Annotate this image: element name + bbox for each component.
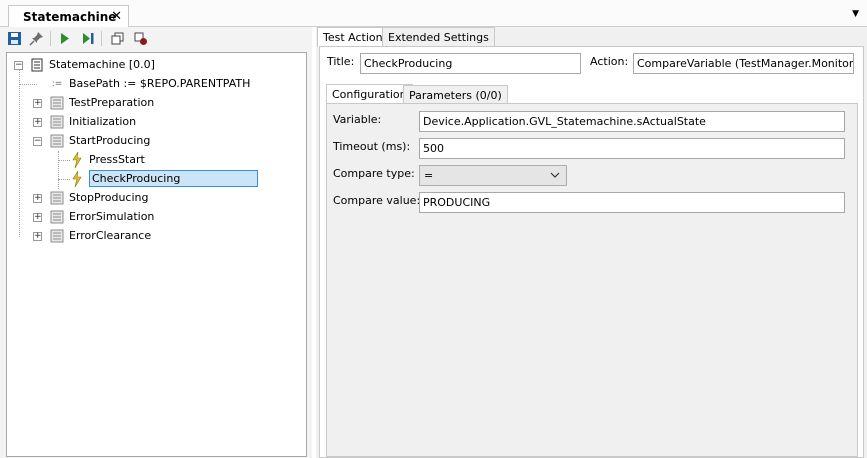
- properties-tabs: Test Action Extended Settings: [316, 27, 867, 47]
- close-tab-icon[interactable]: ✕: [111, 9, 122, 24]
- pin-icon[interactable]: [28, 30, 45, 47]
- tree-toolbar: [0, 27, 312, 50]
- run-icon[interactable]: [56, 30, 73, 47]
- title-label: Title:: [327, 55, 355, 68]
- collapse-root-toggle[interactable]: −: [14, 61, 23, 70]
- compare-value-input[interactable]: PRODUCING: [419, 192, 845, 213]
- title-input[interactable]: CheckProducing: [360, 53, 581, 74]
- tab-parameters[interactable]: Parameters (0/0): [403, 85, 508, 104]
- action-lightning-icon: [69, 170, 85, 187]
- expand-toggle[interactable]: +: [33, 118, 42, 127]
- sequence-icon: [49, 114, 65, 130]
- timeout-label: Timeout (ms):: [333, 140, 411, 153]
- step-icon[interactable]: [79, 30, 96, 47]
- action-label: Action:: [590, 55, 629, 68]
- tab-extended-settings[interactable]: Extended Settings: [382, 27, 495, 46]
- tree-pane: − Statemachine [0.0] := BasePath := $REP…: [0, 27, 312, 458]
- sequence-icon: [49, 95, 65, 111]
- tree-item-checkproducing[interactable]: CheckProducing: [69, 169, 258, 188]
- variable-label: Variable:: [333, 113, 382, 126]
- save-icon[interactable]: [6, 30, 23, 47]
- tree-item-label: StartProducing: [69, 134, 151, 147]
- configuration-panel: Variable: Device.Application.GVL_Statema…: [326, 103, 858, 457]
- tab-menu-dropdown-icon[interactable]: ▼: [852, 9, 859, 19]
- tree-item-label: CheckProducing: [89, 170, 258, 187]
- tree-item-label: BasePath := $REPO.PARENTPATH: [69, 77, 251, 90]
- chevron-down-icon: [550, 170, 560, 183]
- expand-toggle[interactable]: +: [33, 99, 42, 108]
- tree-item-basepath[interactable]: := BasePath := $REPO.PARENTPATH: [49, 74, 251, 93]
- tree-item-label: ErrorClearance: [69, 229, 152, 242]
- expand-toggle[interactable]: +: [33, 194, 42, 203]
- expand-toggle[interactable]: +: [33, 232, 42, 241]
- tree-connector: [58, 151, 59, 189]
- compare-type-value: =: [424, 169, 434, 182]
- tree-item-root[interactable]: Statemachine [0.0]: [29, 55, 155, 74]
- variable-input[interactable]: Device.Application.GVL_Statemachine.sAct…: [419, 111, 845, 132]
- tree-item-label: Statemachine [0.0]: [49, 58, 155, 71]
- tree-item-stopproducing[interactable]: StopProducing: [49, 188, 148, 207]
- tree-item-initialization[interactable]: Initialization: [49, 112, 136, 131]
- tab-configuration[interactable]: Configuration: [326, 84, 413, 104]
- tree-item-testpreparation[interactable]: TestPreparation: [49, 93, 154, 112]
- sequence-icon: [49, 209, 65, 225]
- test-action-panel: Title: CheckProducing Action: CompareVar…: [319, 46, 864, 458]
- test-tree[interactable]: − Statemachine [0.0] := BasePath := $REP…: [6, 52, 307, 457]
- action-input[interactable]: CompareVariable (TestManager.Monitoring): [633, 53, 854, 74]
- tree-item-label: ErrorSimulation: [69, 210, 155, 223]
- compare-type-label: Compare type:: [333, 167, 415, 180]
- breakpoint-icon[interactable]: [132, 30, 149, 47]
- expand-toggle[interactable]: +: [33, 213, 42, 222]
- sequence-icon: [49, 190, 65, 206]
- timeout-input[interactable]: 500: [419, 138, 845, 159]
- tree-item-label: StopProducing: [69, 191, 149, 204]
- tree-item-label: PressStart: [89, 153, 145, 166]
- tree-item-errorsimulation[interactable]: ErrorSimulation: [49, 207, 154, 226]
- document-tab-title: Statemachine: [23, 9, 117, 24]
- document-icon: [29, 57, 45, 73]
- sequence-icon: [49, 228, 65, 244]
- compare-type-select[interactable]: =: [419, 165, 567, 186]
- tree-item-label: TestPreparation: [69, 96, 155, 109]
- compare-value-label: Compare value:: [333, 194, 421, 207]
- sequence-icon: [49, 133, 65, 149]
- tree-item-pressstart[interactable]: PressStart: [69, 150, 145, 169]
- action-lightning-icon: [69, 151, 85, 168]
- toolbar-separator: [101, 31, 102, 46]
- tree-item-label: Initialization: [69, 115, 137, 128]
- assignment-icon: :=: [51, 78, 63, 89]
- tree-item-startproducing[interactable]: StartProducing: [49, 131, 150, 150]
- properties-pane: Test Action Extended Settings Title: Che…: [316, 27, 867, 458]
- document-tabstrip: Statemachine ✕ ▼: [0, 0, 867, 27]
- tree-connector: [19, 84, 37, 85]
- tree-item-errorclearance[interactable]: ErrorClearance: [49, 226, 151, 245]
- statemachine-document-tab[interactable]: Statemachine ✕: [8, 5, 129, 27]
- tab-test-action[interactable]: Test Action: [317, 27, 389, 47]
- collapse-toggle[interactable]: −: [33, 137, 42, 146]
- tree-connector: [19, 65, 20, 237]
- statemachine-window: Statemachine ✕ ▼ − Statemachine [0.0]:=…: [0, 0, 867, 458]
- copy-icon[interactable]: [109, 30, 126, 47]
- toolbar-separator: [50, 31, 51, 46]
